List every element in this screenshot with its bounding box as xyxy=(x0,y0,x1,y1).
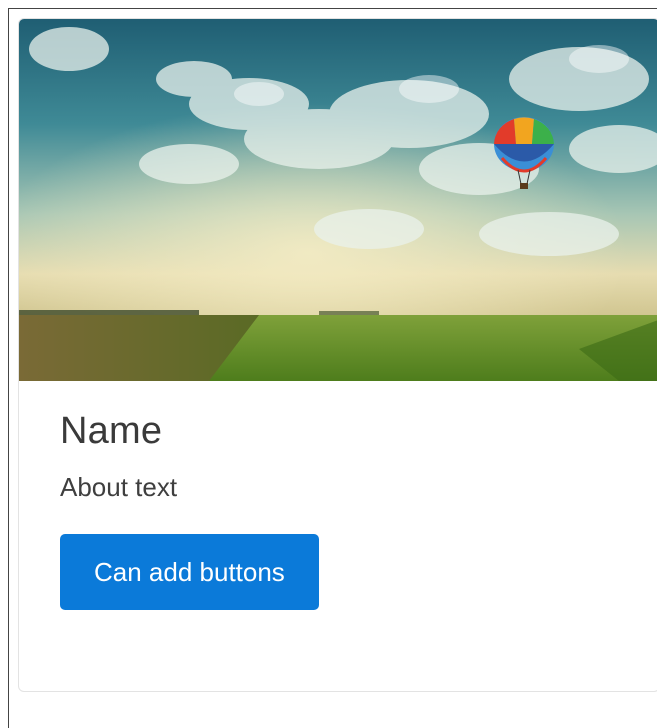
profile-card: Name About text Can add buttons xyxy=(18,18,657,692)
card-action-button[interactable]: Can add buttons xyxy=(60,534,319,611)
landscape-image xyxy=(19,19,657,381)
card-text: About text xyxy=(60,471,178,502)
card-body: Name About text Can add buttons xyxy=(60,409,639,611)
card-image xyxy=(19,19,657,381)
card-title: Name xyxy=(60,410,163,452)
